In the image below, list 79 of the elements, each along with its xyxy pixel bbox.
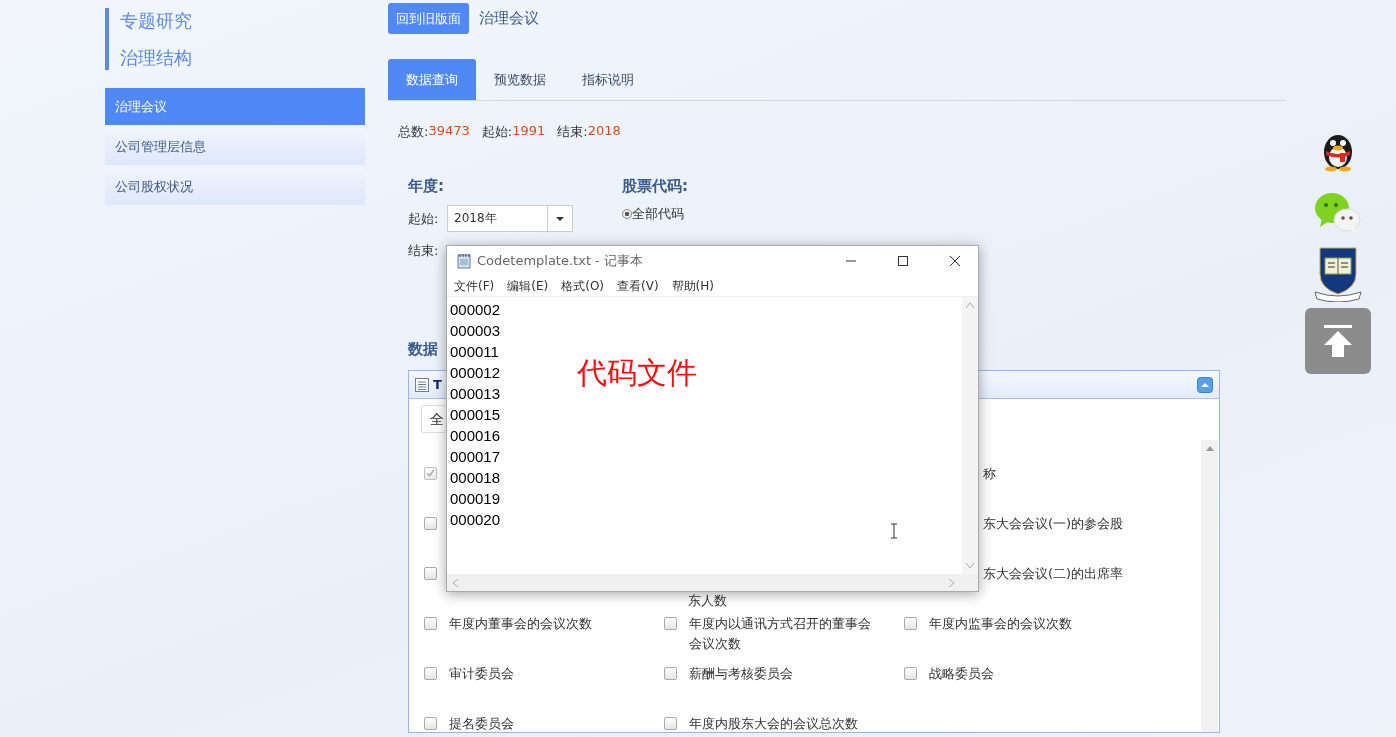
scrollbar[interactable]: [1201, 440, 1218, 732]
text-line: 000018: [450, 468, 501, 488]
checkbox[interactable]: [664, 617, 677, 630]
tab[interactable]: 预览数据: [476, 59, 564, 100]
section-title: 数据: [408, 340, 438, 360]
checkbox[interactable]: [664, 667, 677, 680]
checkbox-label: 年度内以通讯方式召开的董事会会议次数: [689, 615, 872, 653]
text-line: 000011: [450, 342, 499, 362]
section-heading: 专题研究: [120, 9, 193, 33]
checkbox[interactable]: [664, 717, 677, 730]
stat-value: 1991: [512, 123, 546, 140]
field-label: 起始:: [408, 209, 440, 228]
year-select[interactable]: 2018年: [447, 205, 573, 232]
checkbox[interactable]: [424, 717, 437, 730]
stat-value: 2018: [587, 123, 621, 140]
text-line: 000019: [450, 489, 501, 509]
text-line: 000020: [450, 510, 501, 530]
stat-value: 39473: [428, 123, 470, 140]
checkbox-label: 提名委员会: [449, 715, 515, 732]
checkbox-label: 东大会会议(二)的出席率: [983, 565, 1124, 583]
stat-label: 起始:: [481, 123, 513, 141]
notepad-icon: [456, 253, 472, 269]
checkbox[interactable]: [424, 567, 437, 580]
back-to-top-button[interactable]: [1305, 308, 1371, 374]
menu-item[interactable]: 格式(O): [561, 277, 605, 295]
text-line: 000012: [450, 363, 501, 383]
scroll-up-icon[interactable]: [966, 303, 974, 308]
shield-icon[interactable]: [1312, 246, 1364, 302]
scroll-left-icon[interactable]: [453, 578, 458, 587]
scroll-right-icon[interactable]: [949, 578, 954, 587]
checkbox[interactable]: [424, 617, 437, 630]
text-cursor-icon: [890, 523, 898, 539]
checkbox[interactable]: [904, 667, 917, 680]
stat-label: 结束:: [557, 123, 588, 141]
chat-bubbles-icon[interactable]: [1314, 190, 1362, 234]
scroll-down-icon[interactable]: [966, 563, 974, 568]
menu-item[interactable]: 帮助(H): [671, 277, 714, 295]
text-line: 000003: [450, 321, 501, 341]
menu-item[interactable]: 文件(F): [454, 277, 495, 295]
caret-icon: [556, 216, 564, 221]
scroll-up-icon[interactable]: [1205, 446, 1214, 451]
scrollbar[interactable]: [447, 574, 978, 591]
text-line: 000016: [450, 426, 501, 446]
radio-label: 全部代码: [632, 205, 684, 223]
window-title: Codetemplate.txt - 记事本: [477, 252, 643, 270]
checkbox-label: 战略委员会: [929, 665, 995, 683]
checkbox-label: 审计委员会: [449, 665, 515, 683]
radio-button[interactable]: [622, 209, 632, 219]
close-icon[interactable]: [949, 255, 961, 267]
menu-item[interactable]: 编辑(E): [507, 277, 549, 295]
text-line: 000015: [450, 405, 501, 425]
checkbox-label: 东大会会议(一)的参会股: [983, 515, 1124, 533]
text-line: 000017: [450, 447, 501, 467]
checkbox-label: 年度内监事会的会议次数: [929, 615, 1073, 633]
checkbox-label: 称: [983, 465, 996, 483]
filter-title: 股票代码:: [622, 177, 688, 196]
annotation-text: 代码文件: [577, 355, 697, 391]
field-label: 结束:: [408, 242, 440, 260]
checkbox-label: 薪酬与考核委员会: [689, 665, 794, 683]
stat-label: 总数:: [398, 123, 429, 141]
checkbox[interactable]: [424, 517, 437, 530]
table-icon: [415, 377, 429, 392]
scrollbar[interactable]: [962, 297, 978, 574]
checkbox-label: 年度内股东大会的会议总次数: [689, 715, 859, 732]
menu-item[interactable]: 查看(V): [617, 277, 659, 295]
checkbox-label: 东人数: [688, 592, 727, 610]
collapse-icon[interactable]: [1197, 376, 1213, 393]
text-line: 000013: [450, 384, 501, 404]
maximize-icon[interactable]: [897, 255, 909, 267]
tab[interactable]: 指标说明: [564, 59, 652, 100]
section-heading: 治理结构: [120, 46, 193, 70]
panel-title: T: [433, 377, 442, 392]
filter-title: 年度:: [408, 177, 445, 196]
check-icon: [426, 469, 435, 478]
page-title: 治理会议: [479, 9, 539, 28]
text-line: 000002: [450, 300, 501, 320]
checkbox[interactable]: [904, 617, 917, 630]
checkbox[interactable]: [424, 667, 437, 680]
checkbox-label: 年度内董事会的会议次数: [449, 615, 593, 633]
